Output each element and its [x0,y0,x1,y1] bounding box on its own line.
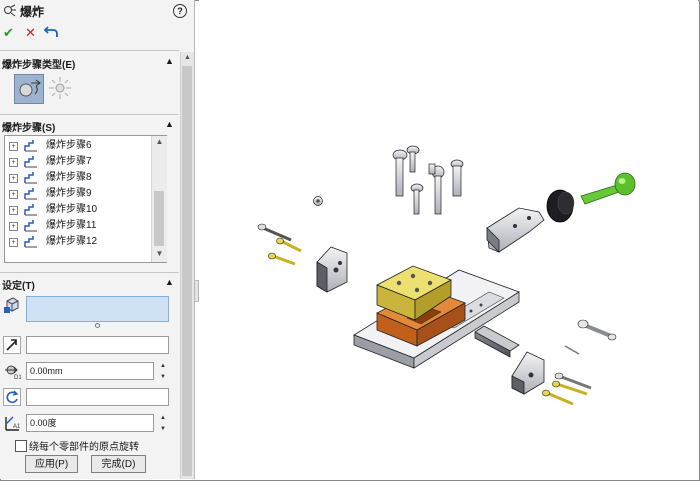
step-label: 爆炸步骤11 [46,220,97,231]
section-header-type[interactable]: 爆炸步骤类型(E) [2,56,75,71]
expand-icon[interactable]: + [9,206,18,215]
explode-step-icon [24,220,37,232]
explode-step-icon [24,188,37,200]
distance-input[interactable]: 0.00mm [26,362,154,380]
explode-steps-list[interactable]: + 爆炸步骤6 + 爆炸步骤7 + 爆炸步骤8 + 爆炸步骤9 + 爆炸步骤10… [4,135,167,263]
explode-step-icon [24,172,37,184]
slider-bar[interactable] [474,325,520,358]
svg-text:A1: A1 [13,424,21,430]
scroll-up-icon[interactable]: ▲ [181,52,194,64]
radial-step-icon [49,77,71,99]
screw-group-right[interactable] [542,319,617,406]
step-label: 爆炸步骤8 [46,172,92,183]
graphics-viewport[interactable] [199,0,698,479]
scroll-thumb[interactable] [154,191,164,246]
angle-input[interactable]: 0.00度 [26,414,154,432]
drag-handle[interactable] [95,323,100,328]
list-item[interactable]: + 爆炸步骤10 [5,202,150,218]
panel-title: 爆炸 [20,5,45,19]
list-item[interactable]: + 爆炸步骤7 [5,154,150,170]
direction-input[interactable] [26,336,169,354]
help-icon[interactable]: ? [173,4,187,18]
distance-spinner[interactable]: ▲ ▼ [157,361,169,383]
section-header-settings[interactable]: 设定(T) [2,277,35,292]
expand-icon[interactable]: + [9,142,18,151]
step-label: 爆炸步骤10 [46,204,98,215]
scroll-thumb[interactable] [182,66,192,476]
direction-button[interactable] [3,336,21,354]
divider [0,272,179,273]
clamp-arm[interactable] [486,207,545,253]
list-item[interactable]: + 爆炸步骤9 [5,186,150,202]
property-manager-panel: 爆炸 ? ✔ ✕ 爆炸步骤类型(E) ▲ 爆炸步骤(S) ▲ + 爆炸步骤6 + [0,0,195,479]
expand-icon[interactable]: + [9,190,18,199]
list-item[interactable]: + 爆炸步骤6 [5,138,150,154]
rotate-about-origin-label: 绕每个零部件的原点旋转 [29,442,139,453]
ok-button[interactable]: ✔ [3,25,14,41]
regular-step-button[interactable] [14,74,44,104]
knurled-knob[interactable] [546,189,575,223]
distance-icon: D1 [5,365,21,380]
panel-scrollbar[interactable]: ▲ [180,52,194,479]
screw-group-left[interactable] [257,223,302,266]
expand-icon[interactable]: + [9,238,18,247]
left-bracket[interactable] [316,246,348,293]
undo-icon[interactable] [44,25,59,38]
components-selection-box[interactable] [26,296,169,322]
explode-step-icon [24,236,37,248]
direction-arrow-icon [6,339,17,351]
explode-step-icon [24,156,37,168]
apply-button[interactable]: 应用(P) [25,455,78,473]
list-item[interactable]: + 爆炸步骤12 [5,234,150,250]
collapse-type-icon[interactable]: ▲ [165,56,174,66]
scroll-up-icon[interactable]: ▲ [152,137,167,146]
list-item[interactable]: + 爆炸步骤11 [5,218,150,234]
expand-icon[interactable]: + [9,174,18,183]
exploded-assembly-view [257,145,636,406]
divider [0,50,179,51]
radial-step-button[interactable] [46,74,76,104]
divider [0,114,179,115]
settings-label: 设定(T) [2,281,35,292]
collapse-steps-icon[interactable]: ▲ [165,119,174,129]
steps-scrollbar[interactable]: ▲ ▼ [151,136,167,262]
rotation-axis-input[interactable] [26,388,169,406]
section-header-steps[interactable]: 爆炸步骤(S) [2,119,55,134]
screw-group-top[interactable] [392,145,464,215]
right-bracket[interactable] [511,351,545,395]
scroll-down-icon[interactable]: ▼ [152,249,167,258]
components-selection-icon [4,297,19,313]
nut[interactable] [313,196,323,206]
explode-step-icon [24,140,37,152]
expand-icon[interactable]: + [9,158,18,167]
angle-icon: A1 [5,416,21,431]
step-label: 爆炸步骤7 [46,156,92,167]
green-handle[interactable] [580,172,636,205]
cancel-button[interactable]: ✕ [25,25,36,41]
step-label: 爆炸步骤12 [46,236,98,247]
collapse-settings-icon[interactable]: ▲ [165,277,174,287]
expand-icon[interactable]: + [9,222,18,231]
regular-step-icon [19,79,41,97]
step-label: 爆炸步骤6 [46,140,92,151]
rotation-axis-button[interactable] [3,388,21,406]
rotate-about-origin-checkbox[interactable] [15,440,27,452]
svg-text:D1: D1 [14,375,21,380]
rotate-icon [6,390,19,404]
step-label: 爆炸步骤9 [46,188,92,199]
list-item[interactable]: + 爆炸步骤8 [5,170,150,186]
done-button[interactable]: 完成(D) [91,455,146,473]
angle-spinner[interactable]: ▲ ▼ [157,413,169,435]
explode-icon [4,4,16,17]
explode-step-icon [24,204,37,216]
